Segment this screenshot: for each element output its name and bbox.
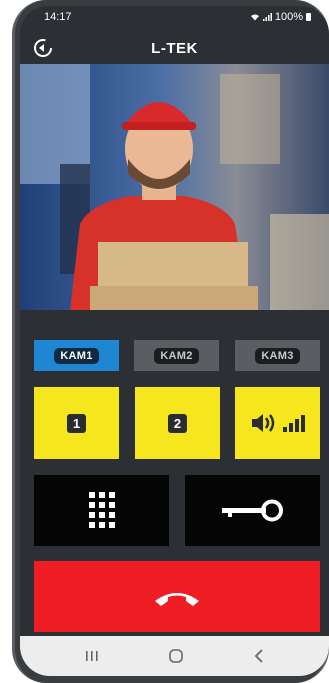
- unlock-door-button[interactable]: [185, 475, 320, 546]
- volume-button[interactable]: [235, 387, 320, 459]
- volume-icon: [251, 414, 305, 432]
- recents-icon[interactable]: [85, 650, 99, 662]
- app-screen: 14:17 100% L-TEK KAM1 KAM2 KAM3 1 2: [20, 6, 329, 676]
- battery-percent: 100%: [274, 11, 303, 23]
- status-time: 14:17: [44, 11, 72, 23]
- android-nav-bar: [20, 636, 329, 676]
- keypad-button[interactable]: [34, 475, 169, 546]
- camera-tab-label: KAM1: [54, 347, 99, 364]
- relay-1-label: 1: [67, 413, 86, 433]
- relay-1-button[interactable]: 1: [34, 387, 119, 459]
- status-bar: 14:17 100%: [20, 6, 329, 28]
- back-nav-icon[interactable]: [254, 649, 264, 663]
- camera-tab-3[interactable]: KAM3: [235, 340, 320, 371]
- camera-tab-2[interactable]: KAM2: [134, 340, 219, 371]
- wifi-icon: [250, 14, 259, 21]
- back-button[interactable]: [32, 37, 54, 59]
- signal-icon: [262, 13, 272, 21]
- hangup-icon: [155, 592, 199, 606]
- home-icon[interactable]: [169, 649, 184, 663]
- camera-tab-1[interactable]: KAM1: [34, 340, 119, 371]
- keypad-icon: [88, 491, 115, 528]
- video-frame: [20, 64, 329, 310]
- camera-video-feed[interactable]: [20, 64, 329, 310]
- battery-icon: [306, 13, 311, 21]
- camera-tab-label: KAM2: [154, 347, 199, 364]
- relay-2-label: 2: [168, 413, 187, 433]
- key-icon: [221, 499, 283, 521]
- back-icon: [34, 39, 52, 57]
- camera-tab-label: KAM3: [255, 347, 300, 364]
- relay-2-button[interactable]: 2: [135, 387, 220, 459]
- app-logo: L-TEK: [151, 39, 198, 57]
- app-header: L-TEK: [20, 30, 329, 66]
- camera-tabs: KAM1 KAM2 KAM3: [34, 340, 320, 371]
- hangup-button[interactable]: [34, 561, 320, 632]
